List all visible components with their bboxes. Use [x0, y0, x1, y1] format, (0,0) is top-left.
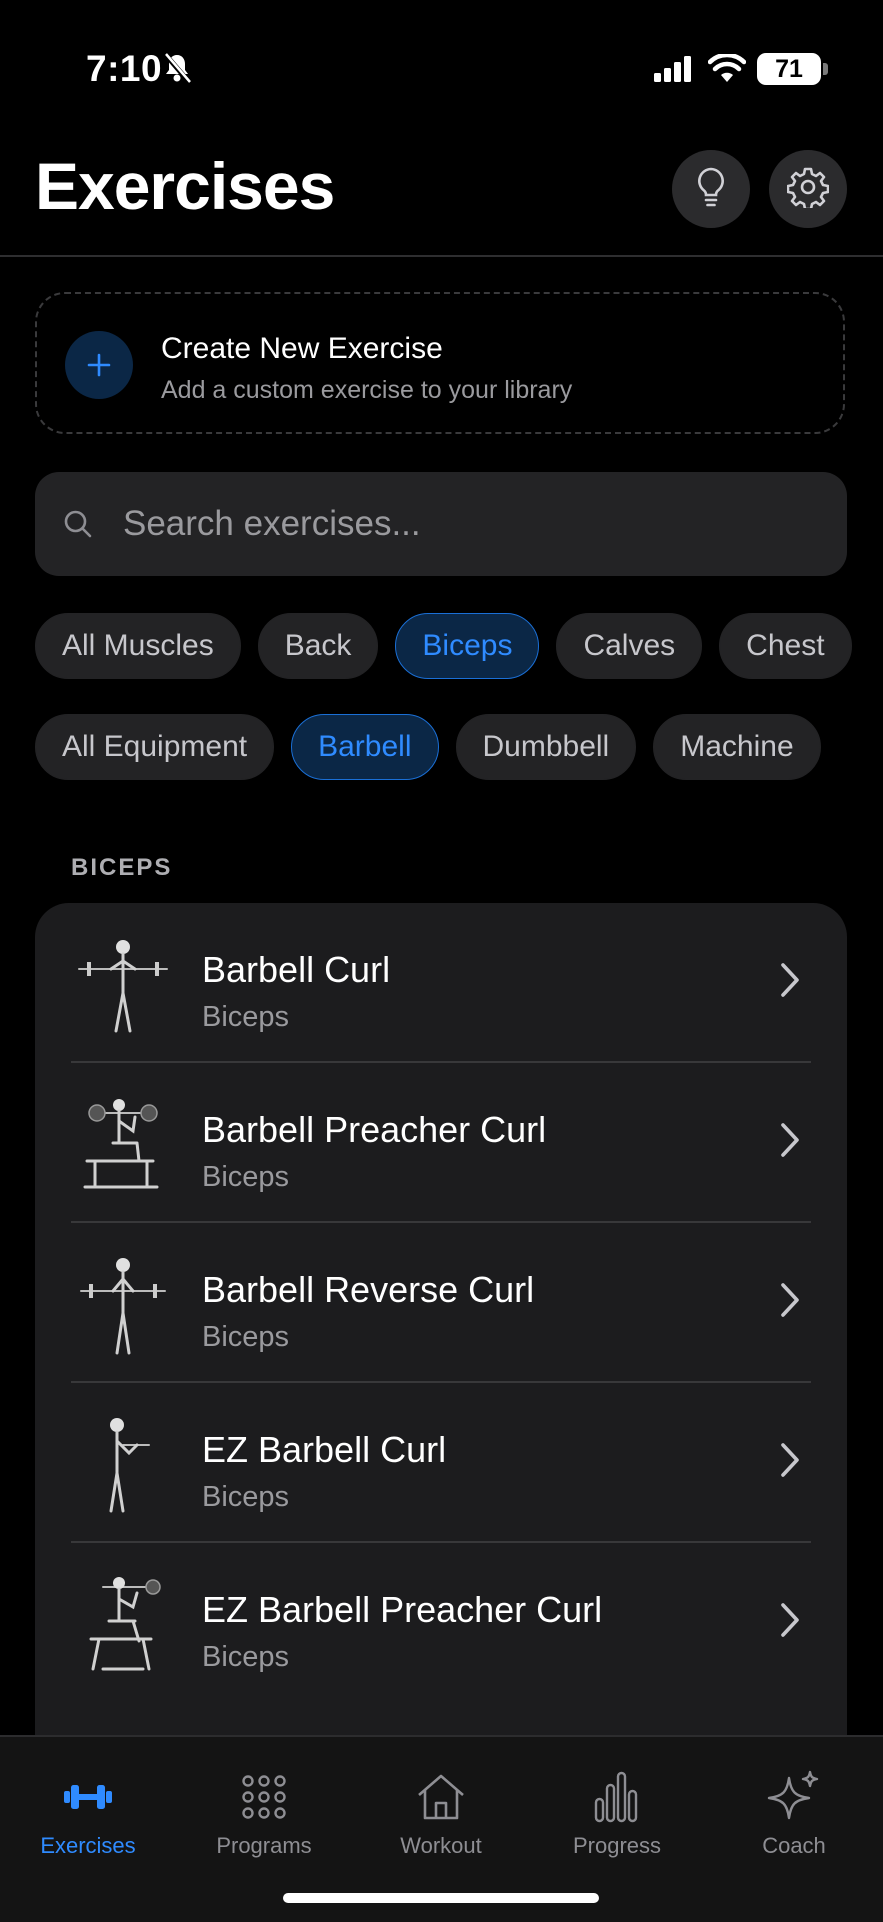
dumbbell-icon	[0, 1767, 176, 1827]
exercise-name: EZ Barbell Curl	[202, 1429, 447, 1470]
exercise-thumbnail	[73, 1251, 173, 1357]
tab-label: Workout	[400, 1833, 482, 1858]
grid-dots-icon	[176, 1767, 352, 1827]
filter-chip-all-muscles[interactable]: All Muscles	[35, 613, 241, 679]
tab-label: Coach	[762, 1833, 826, 1858]
exercise-name: EZ Barbell Preacher Curl	[202, 1589, 603, 1630]
exercise-thumbnail	[73, 1571, 173, 1677]
chevron-right-icon	[779, 961, 801, 1004]
lightbulb-icon	[693, 166, 729, 213]
exercise-thumbnail	[73, 1091, 173, 1197]
exercise-muscle: Biceps	[202, 1161, 290, 1193]
settings-button[interactable]	[769, 150, 847, 228]
search-icon	[63, 509, 93, 544]
tab-coach[interactable]: Coach	[706, 1767, 882, 1859]
filter-chip-back[interactable]: Back	[257, 613, 379, 679]
search-input[interactable]	[123, 472, 823, 576]
chevron-right-icon	[779, 1121, 801, 1164]
tab-programs[interactable]: Programs	[176, 1767, 352, 1859]
home-indicator	[283, 1893, 599, 1903]
exercise-muscle: Biceps	[202, 1481, 290, 1513]
exercise-muscle: Biceps	[202, 1001, 290, 1033]
chevron-right-icon	[779, 1281, 801, 1324]
header-divider	[0, 255, 883, 257]
chevron-right-icon	[779, 1601, 801, 1644]
filter-chip-machine[interactable]: Machine	[653, 714, 821, 780]
cellular-signal-icon	[654, 56, 694, 87]
page-title: Exercises	[35, 149, 335, 223]
wifi-icon	[707, 52, 747, 89]
chevron-right-icon	[779, 1441, 801, 1484]
exercise-row[interactable]: Barbell Preacher Curl Biceps	[35, 1063, 847, 1223]
create-exercise-card[interactable]: Create New Exercise Add a custom exercis…	[35, 292, 845, 434]
bar-chart-icon	[529, 1767, 705, 1827]
muscle-filter-row: All Muscles Back Biceps Calves Chest	[35, 613, 852, 679]
tab-label: Programs	[216, 1833, 312, 1858]
tips-button[interactable]	[672, 150, 750, 228]
tab-progress[interactable]: Progress	[529, 1767, 705, 1859]
status-time: 7:10	[86, 48, 163, 89]
create-exercise-subtitle: Add a custom exercise to your library	[161, 376, 573, 404]
section-header: BICEPS	[71, 854, 173, 881]
exercise-row[interactable]: Barbell Reverse Curl Biceps	[35, 1223, 847, 1383]
battery-indicator: 71	[757, 53, 821, 85]
tab-label: Progress	[572, 1833, 662, 1858]
battery-cap	[823, 63, 828, 75]
filter-chip-dumbbell[interactable]: Dumbbell	[455, 714, 637, 780]
exercise-row[interactable]: Barbell Curl Biceps	[35, 903, 847, 1063]
filter-chip-biceps[interactable]: Biceps	[395, 613, 540, 679]
exercise-muscle: Biceps	[202, 1641, 290, 1673]
exercise-thumbnail	[73, 931, 173, 1037]
filter-chip-barbell[interactable]: Barbell	[291, 714, 439, 780]
search-bar[interactable]	[35, 472, 847, 576]
filter-chip-all-equipment[interactable]: All Equipment	[35, 714, 275, 780]
exercise-name: Barbell Reverse Curl	[202, 1269, 535, 1310]
plus-icon	[65, 331, 133, 399]
create-exercise-title: Create New Exercise	[161, 332, 443, 365]
exercise-muscle: Biceps	[202, 1321, 290, 1353]
gear-icon	[786, 166, 830, 213]
equipment-filter-row: All Equipment Barbell Dumbbell Machine	[35, 714, 821, 780]
bell-muted-icon	[162, 52, 192, 89]
exercise-thumbnail	[73, 1411, 173, 1517]
tab-exercises[interactable]: Exercises	[0, 1767, 176, 1859]
exercise-row[interactable]: EZ Barbell Preacher Curl Biceps	[35, 1543, 847, 1703]
tab-label: Exercises	[40, 1833, 136, 1858]
exercise-name: Barbell Curl	[202, 949, 391, 990]
home-icon	[353, 1767, 529, 1827]
status-bar: 7:10 71	[0, 0, 883, 140]
tab-workout[interactable]: Workout	[353, 1767, 529, 1859]
filter-chip-chest[interactable]: Chest	[719, 613, 852, 679]
exercise-name: Barbell Preacher Curl	[202, 1109, 547, 1150]
filter-chip-calves[interactable]: Calves	[556, 613, 703, 679]
sparkles-icon	[706, 1767, 882, 1827]
exercise-row[interactable]: EZ Barbell Curl Biceps	[35, 1383, 847, 1543]
exercise-list: Barbell Curl Biceps Barbell Preacher Cur…	[35, 903, 847, 1763]
